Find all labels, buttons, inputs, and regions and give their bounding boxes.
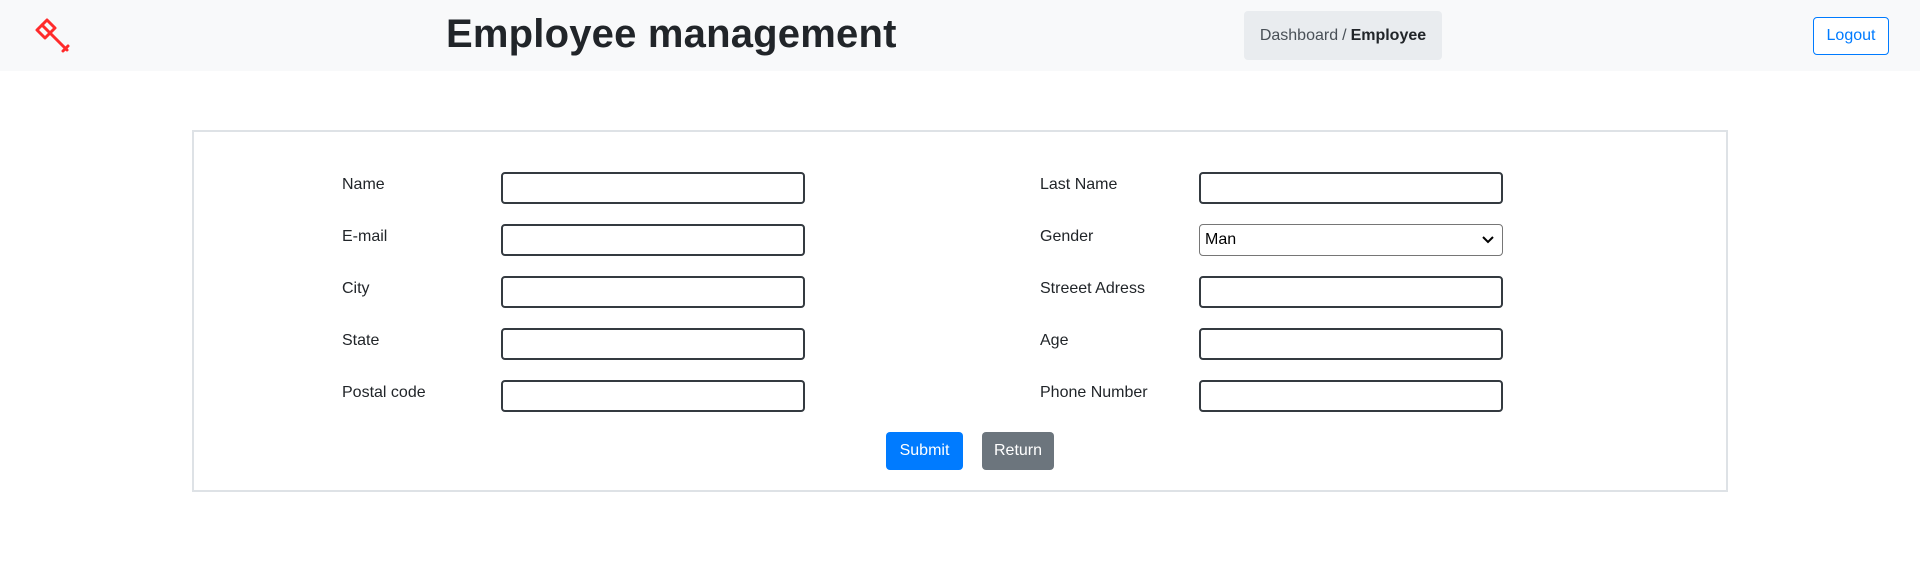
postal-code-input[interactable] bbox=[501, 380, 805, 412]
age-input[interactable] bbox=[1199, 328, 1503, 360]
gender-select[interactable]: Man bbox=[1199, 224, 1503, 256]
email-input[interactable] bbox=[501, 224, 805, 256]
breadcrumb: Dashboard / Employee bbox=[1244, 11, 1442, 60]
street-address-label: Streeet Adress bbox=[1040, 280, 1145, 297]
breadcrumb-current: Employee bbox=[1350, 27, 1427, 44]
phone-number-label: Phone Number bbox=[1040, 384, 1148, 401]
name-input[interactable] bbox=[501, 172, 805, 204]
street-address-input[interactable] bbox=[1199, 276, 1503, 308]
logout-button[interactable]: Logout bbox=[1813, 17, 1889, 55]
gavel-icon[interactable] bbox=[33, 16, 73, 54]
submit-button[interactable]: Submit bbox=[886, 432, 963, 470]
return-button[interactable]: Return bbox=[982, 432, 1054, 470]
breadcrumb-dashboard-link[interactable]: Dashboard bbox=[1260, 27, 1338, 44]
navbar: Employee management Dashboard / Employee L… bbox=[0, 0, 1920, 71]
breadcrumb-separator: / bbox=[1342, 27, 1347, 44]
name-label: Name bbox=[342, 176, 385, 193]
last-name-input[interactable] bbox=[1199, 172, 1503, 204]
state-label: State bbox=[342, 332, 380, 349]
phone-number-input[interactable] bbox=[1199, 380, 1503, 412]
city-label: City bbox=[342, 280, 370, 297]
state-input[interactable] bbox=[501, 328, 805, 360]
gender-selected-value: Man bbox=[1205, 231, 1237, 248]
chevron-down-icon bbox=[1482, 236, 1494, 244]
page-title: Employee management bbox=[446, 12, 897, 56]
email-label: E-mail bbox=[342, 228, 388, 245]
age-label: Age bbox=[1040, 332, 1069, 349]
last-name-label: Last Name bbox=[1040, 176, 1118, 193]
postal-code-label: Postal code bbox=[342, 384, 426, 401]
city-input[interactable] bbox=[501, 276, 805, 308]
gender-label: Gender bbox=[1040, 228, 1094, 245]
